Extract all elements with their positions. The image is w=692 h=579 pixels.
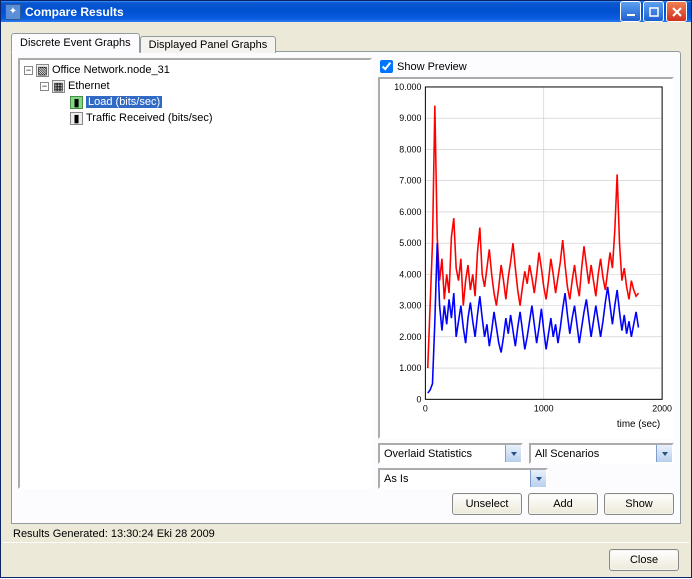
- scenarios-combo-value: All Scenarios: [535, 448, 656, 460]
- tab-panel: − ▧ Office Network.node_31 − ▦ Ethernet …: [11, 51, 681, 524]
- tab-discrete-event-graphs[interactable]: Discrete Event Graphs: [11, 33, 140, 53]
- svg-text:0: 0: [423, 403, 428, 413]
- tab-displayed-panel-graphs[interactable]: Displayed Panel Graphs: [140, 36, 277, 53]
- chevron-down-icon: [505, 445, 521, 462]
- tree-item-label: Load (bits/sec): [86, 96, 162, 108]
- close-button[interactable]: [666, 1, 687, 22]
- svg-text:time (sec): time (sec): [617, 419, 660, 430]
- svg-text:8.000: 8.000: [399, 144, 421, 154]
- svg-text:2.000: 2.000: [399, 332, 421, 342]
- tree-item-load[interactable]: ▮ Load (bits/sec): [22, 94, 368, 110]
- unselect-button[interactable]: Unselect: [452, 493, 522, 515]
- close-dialog-button[interactable]: Close: [609, 549, 679, 571]
- app-icon: ✦: [5, 4, 21, 20]
- tree-group-label: Ethernet: [68, 80, 110, 92]
- preview-chart: 0 1.000 2.000 3.000 4.000 5.000 6.000 7.000 8.00…: [378, 77, 674, 439]
- svg-text:1.000: 1.000: [399, 363, 421, 373]
- collapse-icon[interactable]: −: [40, 82, 49, 91]
- folder-icon: ▦: [52, 80, 65, 93]
- scenarios-combo[interactable]: All Scenarios: [529, 443, 674, 464]
- unchecked-icon: ▮: [70, 112, 83, 125]
- svg-text:6.000: 6.000: [399, 207, 421, 217]
- chevron-down-icon: [656, 445, 672, 462]
- asis-combo[interactable]: As Is: [378, 468, 548, 489]
- svg-text:5.000: 5.000: [399, 238, 421, 248]
- tab-strip: Discrete Event Graphs Displayed Panel Gr…: [3, 24, 689, 51]
- show-preview-checkbox[interactable]: [380, 60, 393, 73]
- svg-text:9.000: 9.000: [399, 113, 421, 123]
- tree-view[interactable]: − ▧ Office Network.node_31 − ▦ Ethernet …: [18, 58, 372, 489]
- svg-text:1000: 1000: [534, 403, 554, 413]
- svg-text:4.000: 4.000: [399, 269, 421, 279]
- tree-item-traffic[interactable]: ▮ Traffic Received (bits/sec): [22, 110, 368, 126]
- tree-group[interactable]: − ▦ Ethernet: [22, 78, 368, 94]
- svg-text:7.000: 7.000: [399, 176, 421, 186]
- svg-text:2000: 2000: [652, 403, 672, 413]
- status-text: Results Generated: 13:30:24 Eki 28 2009: [3, 524, 689, 542]
- show-button[interactable]: Show: [604, 493, 674, 515]
- tree-item-label: Traffic Received (bits/sec): [86, 112, 213, 124]
- collapse-icon[interactable]: −: [24, 66, 33, 75]
- svg-text:0: 0: [416, 394, 421, 404]
- overlay-combo[interactable]: Overlaid Statistics: [378, 443, 523, 464]
- svg-text:10.000: 10.000: [394, 82, 421, 92]
- tree-root-label: Office Network.node_31: [52, 64, 170, 76]
- show-preview-label: Show Preview: [397, 61, 467, 73]
- tree-root[interactable]: − ▧ Office Network.node_31: [22, 62, 368, 78]
- svg-text:3.000: 3.000: [399, 301, 421, 311]
- titlebar: ✦ Compare Results: [1, 1, 691, 22]
- asis-combo-value: As Is: [384, 473, 530, 485]
- add-button[interactable]: Add: [528, 493, 598, 515]
- overlay-combo-value: Overlaid Statistics: [384, 448, 505, 460]
- compare-results-window: ✦ Compare Results Discrete Event Graphs …: [0, 0, 692, 578]
- minimize-button[interactable]: [620, 1, 641, 22]
- maximize-button[interactable]: [643, 1, 664, 22]
- chevron-down-icon: [530, 470, 546, 487]
- window-title: Compare Results: [25, 5, 620, 19]
- checked-icon: ▮: [70, 96, 83, 109]
- node-icon: ▧: [36, 64, 49, 77]
